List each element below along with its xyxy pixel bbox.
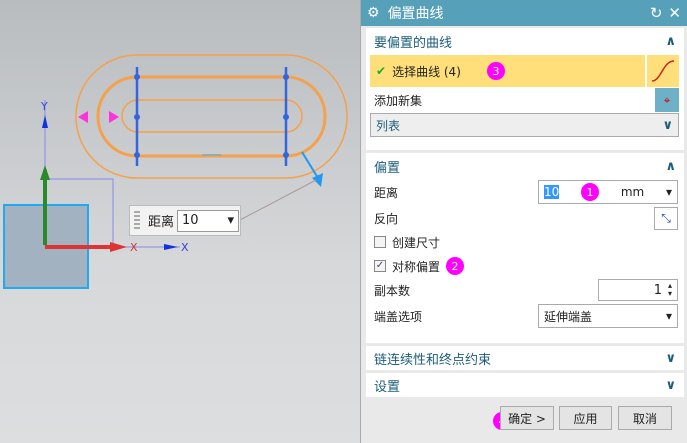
cancel-button[interactable]: 取消 (618, 406, 672, 430)
section-title: 要偏置的曲线 (374, 36, 453, 51)
settings-section-header[interactable]: 设置 ∨ (366, 373, 684, 397)
chain-section: 链连续性和终点约束 ∨ (366, 346, 684, 370)
dim-value-field[interactable]: 10 ▾ (177, 209, 240, 232)
x-axis-label: X (181, 241, 189, 254)
add-new-set-label: 添加新集 (374, 93, 423, 108)
collapse-icon[interactable]: ∧ (665, 159, 676, 174)
graphics-viewport[interactable]: Y X X 距离 10 ▾ (0, 0, 360, 443)
copies-stepper[interactable]: 1 ▴ ▾ (598, 279, 678, 301)
chain-section-header[interactable]: 链连续性和终点约束 ∨ (366, 346, 684, 370)
step-badge-1: 1 (581, 183, 600, 201)
step-badge-2: 2 (446, 257, 464, 275)
offset-section: 偏置 ∧ 距离 10 1 mm ▾ 反向 ⤡ 创建尺寸 ✓ 对称偏置 2 副本数 1 ▴ ▾ 端盖选… (366, 153, 684, 343)
title-bar: ⚙ 偏置曲线 ↻ ✕ (361, 0, 687, 26)
distance-input[interactable]: 10 1 mm ▾ (538, 180, 678, 204)
create-dimension-label: 创建尺寸 (392, 235, 441, 250)
dialog-title: 偏置曲线 (387, 6, 444, 22)
curves-section: 要偏置的曲线 ∧ ✔ 选择曲线 (4) 3 添加新集 ⌖ 列表 ∨ (366, 28, 684, 150)
offset-arrow-right[interactable] (109, 111, 119, 123)
ok-button[interactable]: 确定 > (500, 406, 554, 430)
list-label: 列表 (376, 118, 401, 133)
add-new-set-button[interactable]: ⌖ (655, 88, 679, 112)
select-curve-row[interactable]: ✔ 选择曲线 (4) 3 (370, 55, 645, 87)
reverse-direction-button[interactable]: ⤡ (654, 206, 678, 230)
symmetric-offset-checkbox[interactable]: ✓ (374, 260, 386, 272)
distance-value: 10 (544, 185, 560, 199)
offset-section-header[interactable]: 偏置 ∧ (366, 153, 684, 180)
cap-options-select[interactable]: 延伸端盖 ▾ (538, 304, 678, 328)
cap-value: 延伸端盖 (544, 309, 593, 324)
settings-section: 设置 ∨ (366, 373, 684, 397)
check-icon: ✔ (376, 64, 387, 78)
dim-label: 距离 (148, 215, 175, 230)
distance-onscreen-input[interactable]: 距离 10 ▾ (129, 205, 241, 236)
apply-button[interactable]: 应用 (559, 406, 612, 430)
flip-icon: ⤡ (661, 210, 671, 225)
expand-icon[interactable]: ∨ (665, 351, 676, 366)
list-expander[interactable]: 列表 ∨ (370, 113, 679, 137)
copies-value: 1 (653, 282, 662, 298)
dropdown-icon: ▾ (665, 309, 672, 323)
copies-label: 副本数 (374, 283, 411, 298)
collapse-icon[interactable]: ∧ (665, 34, 676, 49)
curves-section-header[interactable]: 要偏置的曲线 ∧ (366, 28, 684, 55)
dropdown-icon[interactable]: ▾ (666, 185, 672, 199)
dim-value: 10 (182, 213, 199, 228)
section-title: 设置 (374, 379, 401, 395)
chevron-down-icon: ∨ (662, 117, 673, 133)
offset-arrow-left[interactable] (78, 111, 88, 123)
symmetric-offset-label: 对称偏置 (392, 259, 441, 274)
svg-text:X: X (130, 241, 138, 254)
offset-curve-dialog: ⚙ 偏置曲线 ↻ ✕ 要偏置的曲线 ∧ ✔ 选择曲线 (4) 3 添加新集 ⌖ 列表 ∨ … (360, 0, 687, 443)
curve-rule-button[interactable] (647, 55, 679, 87)
distance-label: 距离 (374, 185, 399, 200)
reset-icon[interactable]: ↻ (650, 4, 663, 22)
curve-icon (651, 60, 675, 82)
curve-handles (135, 67, 288, 166)
select-curve-label: 选择曲线 (4) (392, 64, 461, 79)
spin-arrows-icon[interactable]: ▴ ▾ (668, 282, 672, 298)
y-axis-label: Y (40, 100, 48, 113)
section-title: 偏置 (374, 161, 401, 176)
close-icon[interactable]: ✕ (668, 4, 681, 22)
reverse-label: 反向 (374, 211, 399, 226)
section-title: 链连续性和终点约束 (374, 352, 492, 368)
gear-icon[interactable]: ⚙ (367, 5, 380, 21)
expand-icon[interactable]: ∨ (665, 378, 676, 393)
drag-handle[interactable] (134, 210, 140, 231)
selected-curve[interactable] (96, 75, 327, 158)
create-dimension-checkbox[interactable] (374, 236, 386, 248)
step-badge-3: 3 (487, 62, 505, 80)
inner-offset-curve[interactable] (121, 99, 303, 133)
dropdown-icon[interactable]: ▾ (227, 213, 234, 228)
cap-options-label: 端盖选项 (374, 309, 423, 324)
unit-select[interactable]: mm (621, 185, 644, 199)
crosshair-plus-icon: ⌖ (663, 92, 671, 107)
